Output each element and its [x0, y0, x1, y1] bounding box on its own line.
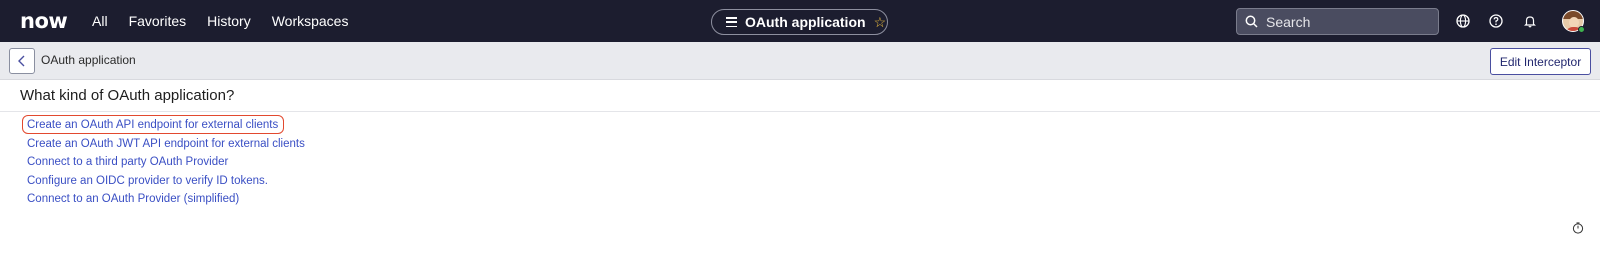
help-icon[interactable]	[1488, 13, 1504, 29]
nav-link-favorites[interactable]: Favorites	[129, 0, 187, 42]
now-logo[interactable]: now	[20, 9, 68, 33]
nav-link-all[interactable]: All	[92, 0, 108, 42]
edit-interceptor-button[interactable]: Edit Interceptor	[1490, 48, 1591, 75]
top-navigation: now All Favorites History Workspaces OAu…	[0, 0, 1600, 42]
nav-link-workspaces[interactable]: Workspaces	[272, 0, 349, 42]
context-pill[interactable]: OAuth application ☆	[711, 9, 888, 35]
nav-link-history[interactable]: History	[207, 0, 251, 42]
options-list: Create an OAuth API endpoint for externa…	[27, 116, 305, 209]
back-button[interactable]	[9, 48, 35, 74]
nav-menu: All Favorites History Workspaces	[92, 0, 369, 42]
search-box[interactable]	[1236, 8, 1439, 35]
bell-icon[interactable]	[1522, 13, 1538, 29]
option-oidc-provider[interactable]: Configure an OIDC provider to verify ID …	[27, 172, 305, 191]
chevron-left-icon	[18, 55, 25, 67]
search-input[interactable]	[1266, 13, 1426, 30]
presence-indicator	[1578, 26, 1585, 33]
page-title: OAuth application	[41, 53, 136, 67]
menu-icon	[726, 17, 737, 27]
question-heading: What kind of OAuth application?	[20, 87, 235, 104]
option-oauth-jwt-api-endpoint[interactable]: Create an OAuth JWT API endpoint for ext…	[27, 135, 305, 154]
option-third-party-provider[interactable]: Connect to a third party OAuth Provider	[27, 153, 305, 172]
star-icon[interactable]: ☆	[874, 15, 887, 29]
header-bar: OAuth application Edit Interceptor	[0, 42, 1600, 80]
option-oauth-provider-simplified[interactable]: Connect to an OAuth Provider (simplified…	[27, 190, 305, 209]
context-title: OAuth application	[745, 14, 866, 30]
timer-icon[interactable]	[1572, 222, 1584, 234]
globe-icon[interactable]	[1455, 13, 1471, 29]
divider	[0, 111, 1600, 112]
search-icon	[1245, 15, 1258, 28]
option-oauth-api-endpoint[interactable]: Create an OAuth API endpoint for externa…	[27, 116, 305, 135]
